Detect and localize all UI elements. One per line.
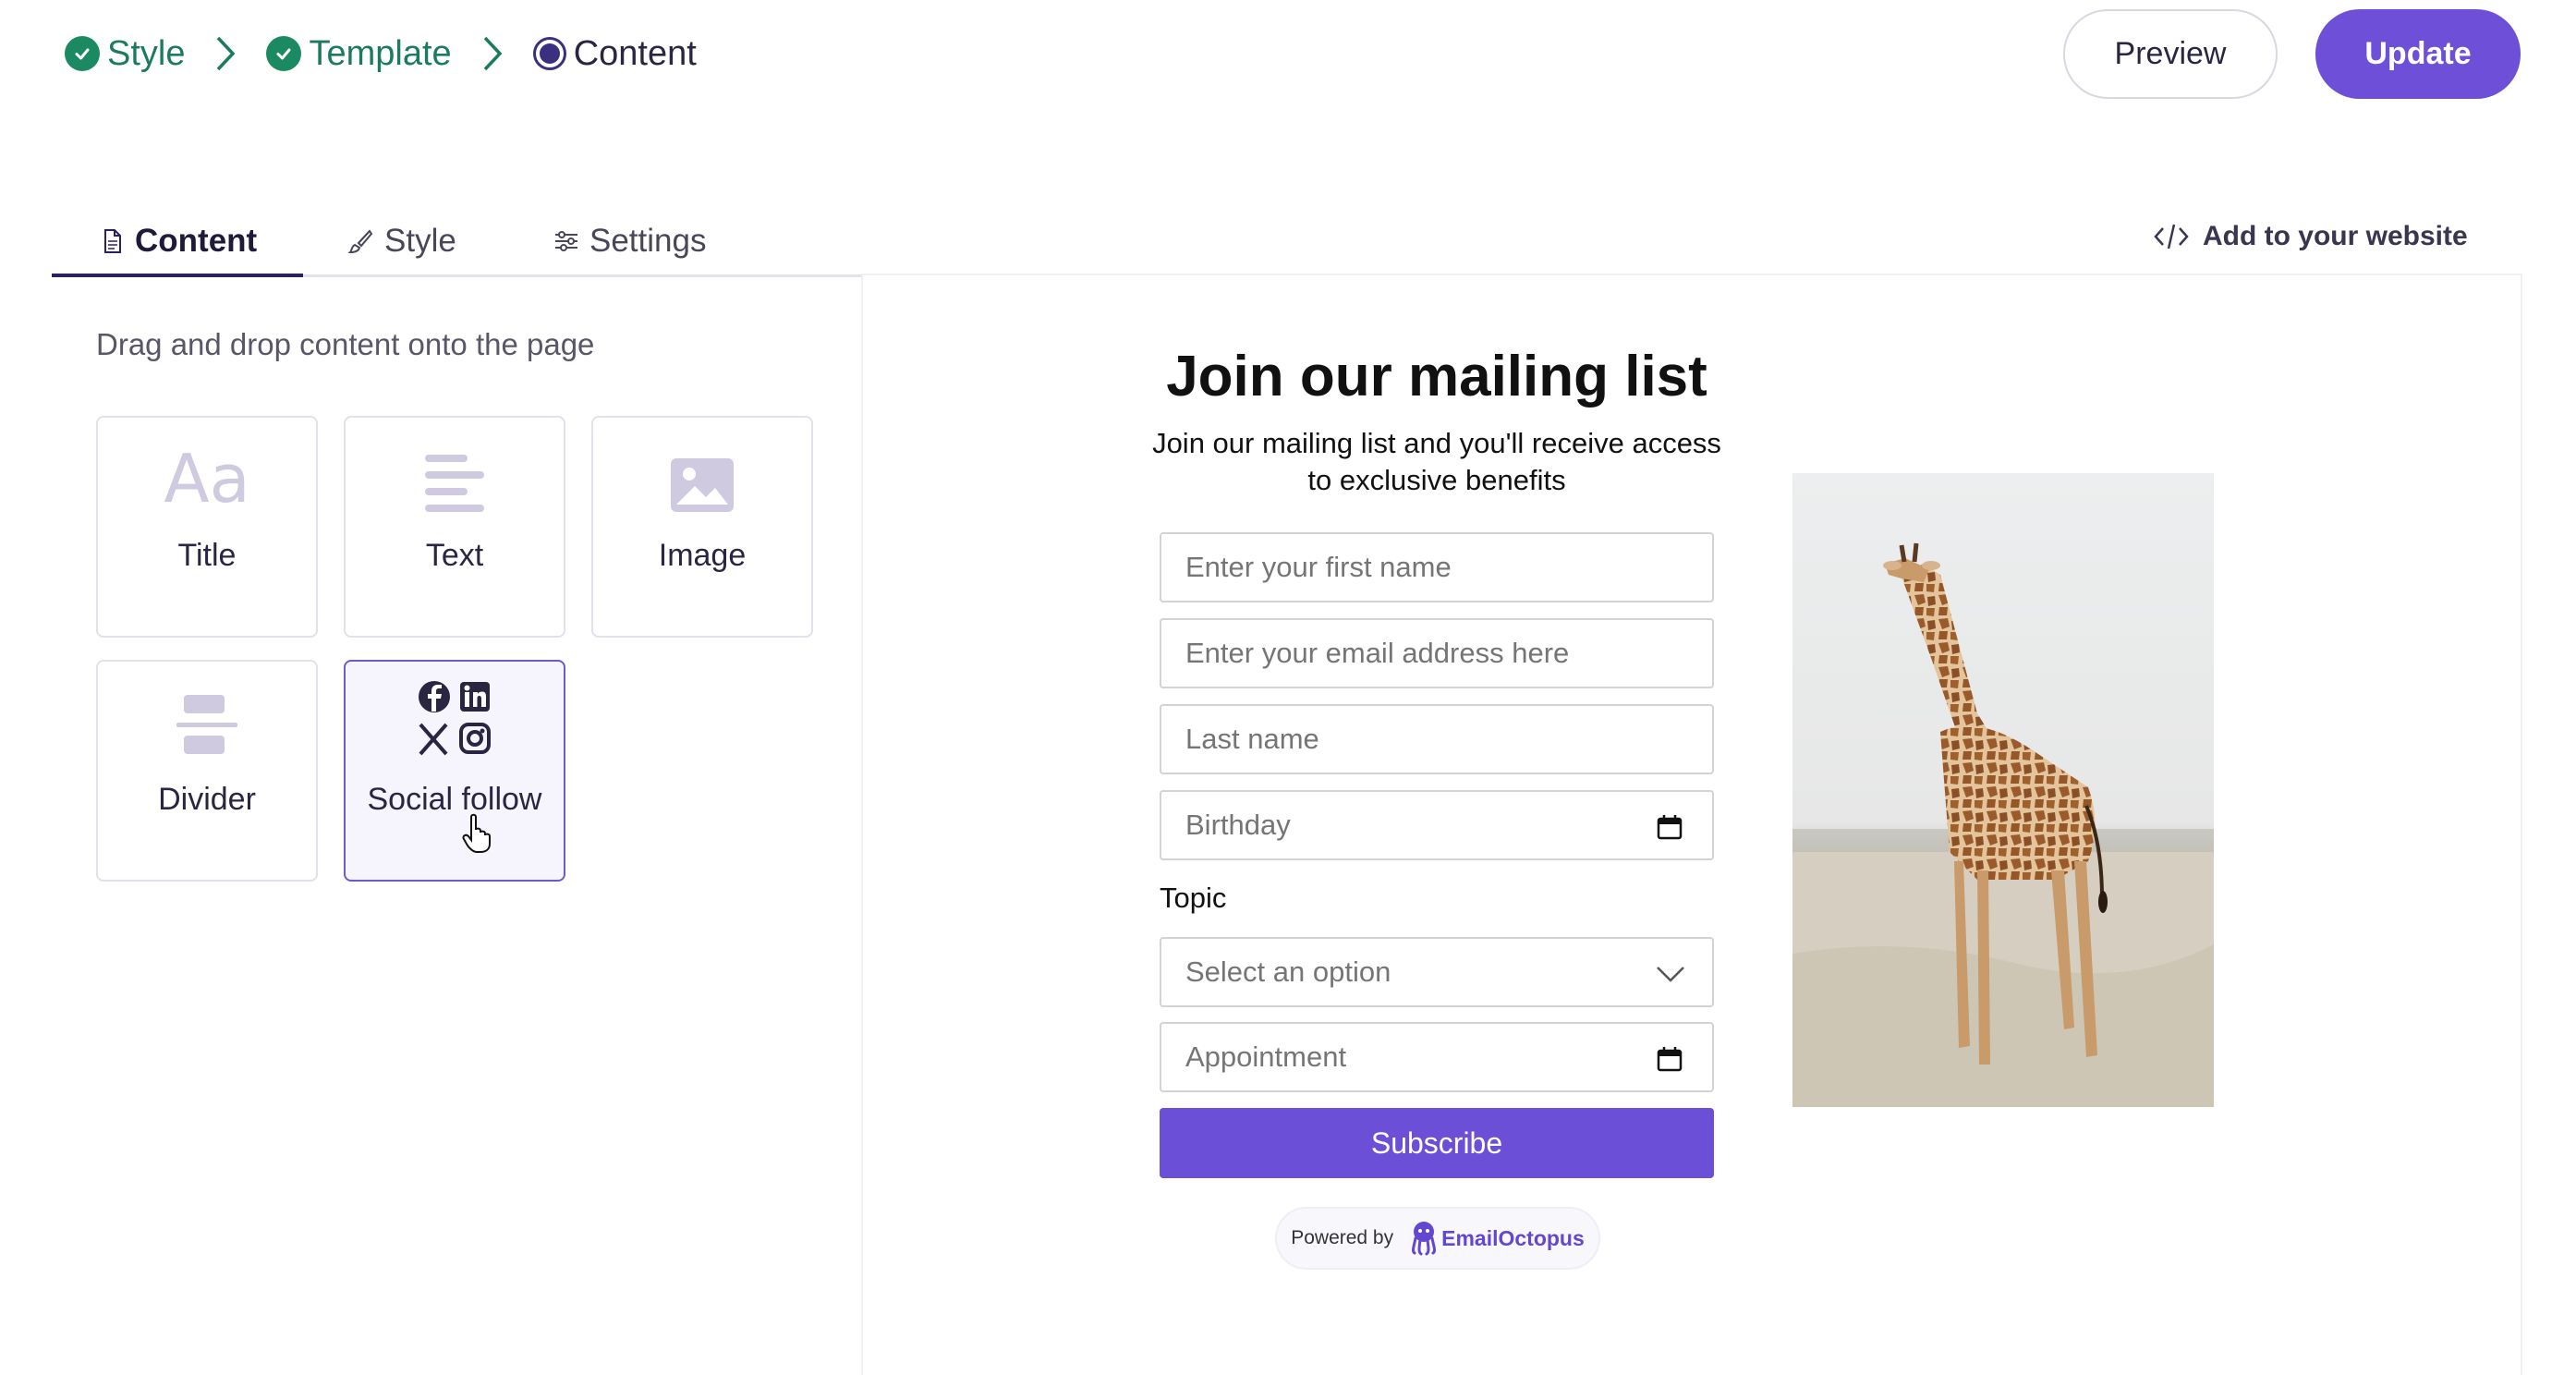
divider-icon — [176, 662, 237, 773]
powered-by-badge[interactable]: Powered by EmailOctopus — [1275, 1207, 1600, 1270]
appointment-field[interactable]: Appointment — [1160, 1022, 1714, 1092]
block-divider[interactable]: Divider — [96, 660, 318, 882]
breadcrumb: Style Template Content — [65, 28, 697, 79]
calendar-icon[interactable] — [1657, 814, 1683, 840]
powered-by-text: Powered by — [1291, 1227, 1394, 1248]
email-placeholder: Enter your email address here — [1185, 637, 1570, 669]
social-icons-icon — [418, 662, 492, 773]
tab-label: Content — [135, 223, 258, 259]
breadcrumb-label: Style — [107, 33, 186, 73]
birthday-field[interactable]: Birthday — [1160, 790, 1714, 860]
topic-select-value: Select an option — [1185, 955, 1391, 988]
brand-name: EmailOctopus — [1441, 1225, 1585, 1250]
block-title[interactable]: Aa Title — [96, 416, 318, 638]
block-label: Image — [658, 538, 747, 573]
chevron-right-icon — [217, 36, 236, 71]
tab-label: Settings — [589, 223, 707, 259]
preview-button[interactable]: Preview — [2063, 9, 2278, 99]
tab-content[interactable]: Content — [98, 205, 257, 277]
code-icon — [2154, 224, 2189, 249]
topic-select[interactable]: Select an option — [1160, 937, 1714, 1007]
panel-hint: Drag and drop content onto the page — [96, 327, 595, 361]
block-image[interactable]: Image — [591, 416, 813, 638]
birthday-placeholder: Birthday — [1185, 809, 1291, 841]
title-aa-icon: Aa — [164, 440, 250, 517]
text-lines-icon — [425, 418, 484, 529]
breadcrumb-label: Template — [309, 33, 452, 73]
document-icon — [104, 229, 121, 253]
block-social-follow[interactable]: Social follow — [344, 660, 565, 882]
chevron-down-icon — [1657, 967, 1684, 982]
block-label: Text — [425, 538, 484, 573]
tab-style[interactable]: Style — [347, 205, 456, 277]
chevron-right-icon — [483, 36, 503, 71]
add-to-website-label: Add to your website — [2203, 221, 2468, 251]
form-subtitle[interactable]: Join our mailing list and you'll receive… — [1136, 425, 1737, 499]
block-label: Social follow — [367, 782, 542, 817]
breadcrumb-step-content[interactable]: Content — [532, 33, 697, 74]
emailoctopus-logo: EmailOctopus — [1410, 1220, 1585, 1257]
block-label: Title — [177, 538, 237, 573]
last-name-field[interactable]: Last name — [1160, 704, 1714, 774]
active-tab-indicator — [52, 274, 303, 277]
block-text[interactable]: Text — [344, 416, 565, 638]
tab-settings[interactable]: Settings — [553, 205, 706, 277]
add-to-website-link[interactable]: Add to your website — [2153, 214, 2468, 259]
image-icon — [671, 418, 734, 529]
breadcrumb-label: Content — [573, 33, 697, 73]
editor-tabs: Content Style Settings — [52, 205, 861, 277]
first-name-field[interactable]: Enter your first name — [1160, 532, 1714, 602]
giraffe-photo[interactable] — [1792, 473, 2214, 1107]
subscribe-button[interactable]: Subscribe — [1160, 1108, 1714, 1178]
tab-label: Style — [384, 223, 456, 259]
calendar-icon[interactable] — [1657, 1046, 1683, 1072]
brush-icon — [347, 229, 373, 254]
current-step-icon — [532, 37, 566, 70]
check-circle-icon — [65, 36, 100, 71]
sliders-icon — [555, 231, 577, 251]
last-name-placeholder: Last name — [1185, 723, 1319, 755]
breadcrumb-step-style[interactable]: Style — [65, 34, 185, 74]
hand-cursor-icon — [462, 813, 491, 853]
appointment-placeholder: Appointment — [1185, 1040, 1347, 1073]
topic-label: Topic — [1160, 882, 1227, 914]
block-label: Divider — [158, 782, 256, 817]
check-circle-icon — [266, 36, 302, 71]
first-name-placeholder: Enter your first name — [1185, 551, 1452, 583]
breadcrumb-step-template[interactable]: Template — [266, 33, 452, 74]
update-button[interactable]: Update — [2315, 9, 2521, 99]
email-field[interactable]: Enter your email address here — [1160, 618, 1714, 688]
form-title[interactable]: Join our mailing list — [1109, 344, 1765, 409]
octopus-icon — [1412, 1222, 1437, 1256]
